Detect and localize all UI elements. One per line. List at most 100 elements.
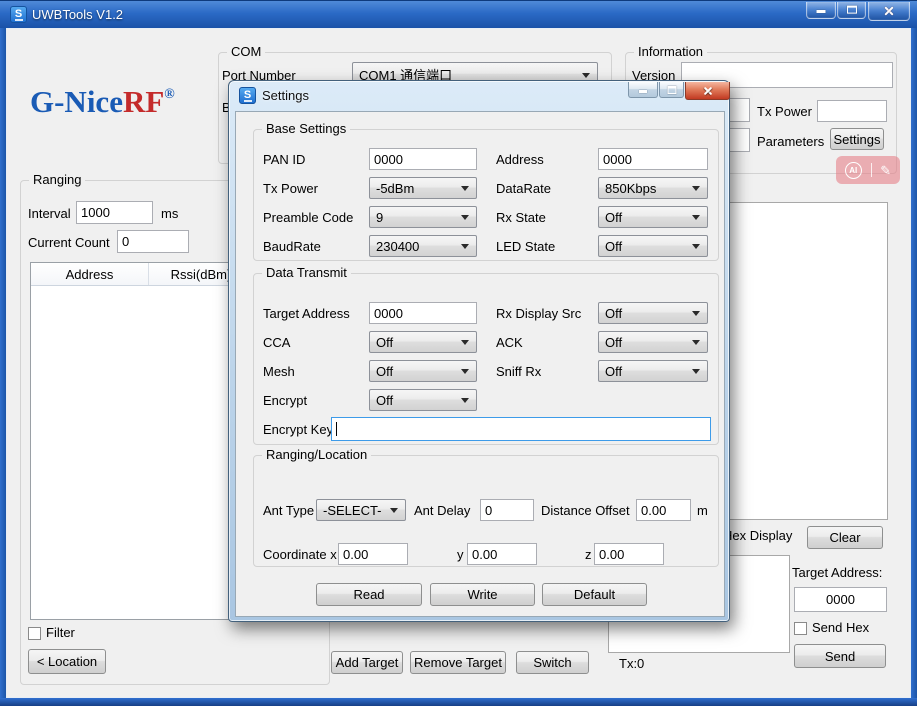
maximize-icon [847,6,857,14]
location-button[interactable]: < Location [28,649,106,674]
add-target-label: Add Target [336,655,399,670]
ai-watermark-icon: AI [845,162,862,179]
chevron-down-icon [461,215,469,220]
chevron-down-icon [692,244,700,249]
chevron-down-icon [692,311,700,316]
dialog-icon: S [239,87,256,104]
coordinate-z-field[interactable] [594,543,664,565]
mesh-value: Off [376,364,393,379]
encrypt-key-label: Encrypt Key [263,422,333,437]
ant-type-label: Ant Type [263,503,314,518]
text-caret [336,422,337,436]
chevron-down-icon [461,340,469,345]
mesh-select[interactable]: Off [369,360,477,382]
datarate-label: DataRate [496,181,551,196]
led-state-value: Off [605,239,622,254]
send-hex-label: Send Hex [812,620,869,635]
tx-power-label: Tx Power [263,181,318,196]
interval-unit-label: ms [161,206,178,221]
chevron-down-icon [692,186,700,191]
window-border-right [911,28,917,706]
information-group-title: Information [634,44,707,59]
add-target-button[interactable]: Add Target [331,651,403,674]
current-count-field[interactable] [117,230,189,253]
encrypt-select[interactable]: Off [369,389,477,411]
baudrate-select[interactable]: 230400 [369,235,477,257]
switch-button[interactable]: Switch [516,651,589,674]
rx-state-value: Off [605,210,622,225]
chevron-down-icon [692,369,700,374]
coordinate-y-label: y [457,547,464,562]
datarate-select[interactable]: 850Kbps [598,177,708,199]
encrypt-key-field[interactable] [331,417,711,441]
com-group-title: COM [227,44,265,59]
dlg-target-address-label: Target Address [263,306,350,321]
cca-value: Off [376,335,393,350]
sniff-rx-label: Sniff Rx [496,364,541,379]
chevron-down-icon [692,215,700,220]
hex-display-label: Hex Display [723,528,792,543]
dialog-maximize-button[interactable] [659,82,684,98]
send-hex-checkbox[interactable] [794,622,807,635]
ranging-group-title: Ranging [29,172,85,187]
cca-select[interactable]: Off [369,331,477,353]
preamble-code-select[interactable]: 9 [369,206,477,228]
write-button[interactable]: Write [430,583,535,606]
filter-checkbox[interactable] [28,627,41,640]
app-icon: S [10,6,27,23]
dialog-minimize-icon [639,90,647,93]
ai-watermark: AI ✎ [836,156,900,184]
brand-logo: G-NiceRF® [30,84,175,120]
switch-label: Switch [533,655,571,670]
remove-target-button[interactable]: Remove Target [410,651,506,674]
interval-label: Interval [28,206,71,221]
rx-display-src-select[interactable]: Off [598,302,708,324]
read-button[interactable]: Read [316,583,422,606]
mesh-label: Mesh [263,364,295,379]
default-button[interactable]: Default [542,583,647,606]
sniff-rx-select[interactable]: Off [598,360,708,382]
send-button[interactable]: Send [794,644,886,668]
coordinate-x-field[interactable] [338,543,408,565]
datarate-value: 850Kbps [605,181,656,196]
tx-power-select[interactable]: -5dBm [369,177,477,199]
dlg-target-address-field[interactable] [369,302,477,324]
target-address-field[interactable] [794,587,887,612]
rx-state-select[interactable]: Off [598,206,708,228]
current-count-label: Current Count [28,235,110,250]
rx-state-label: Rx State [496,210,546,225]
close-button[interactable] [868,2,910,21]
info-tx-power-field[interactable] [817,100,887,122]
ant-type-select[interactable]: -SELECT- [316,499,406,521]
filter-label: Filter [46,625,75,640]
send-button-label: Send [825,649,855,664]
rx-display-src-value: Off [605,306,622,321]
clear-button[interactable]: Clear [807,526,883,549]
ant-delay-field[interactable] [480,499,534,521]
coordinate-y-field[interactable] [467,543,537,565]
led-state-label: LED State [496,239,555,254]
interval-field[interactable] [76,201,153,224]
column-header-address[interactable]: Address [31,263,149,285]
chevron-down-icon [692,340,700,345]
distance-offset-label: Distance Offset [541,503,630,518]
led-state-select[interactable]: Off [598,235,708,257]
address-field[interactable] [598,148,708,170]
target-address-label: Target Address: [792,565,882,580]
ack-select[interactable]: Off [598,331,708,353]
dialog-close-button[interactable] [685,82,730,100]
maximize-button[interactable] [837,2,866,19]
parameters-settings-button[interactable]: Settings [830,128,884,150]
watermark-divider [871,163,872,177]
tx-counter: Tx:0 [619,656,644,671]
remove-target-label: Remove Target [414,655,502,670]
minimize-button[interactable] [806,2,836,19]
dialog-minimize-button[interactable] [628,82,658,98]
rx-display-src-label: Rx Display Src [496,306,581,321]
data-transmit-title: Data Transmit [262,265,351,280]
base-settings-title: Base Settings [262,121,350,136]
pan-id-field[interactable] [369,148,477,170]
ranging-location-title: Ranging/Location [262,447,371,462]
pan-id-label: PAN ID [263,152,305,167]
distance-offset-field[interactable] [636,499,691,521]
